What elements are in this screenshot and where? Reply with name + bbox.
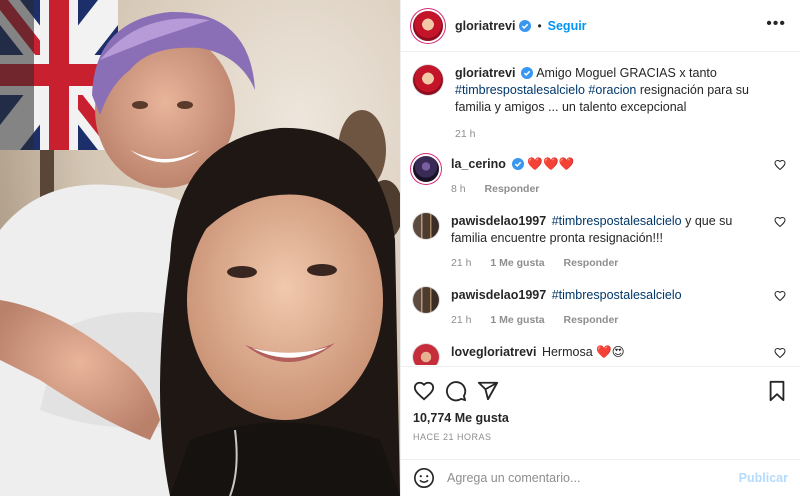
verified-icon: [521, 67, 534, 79]
caption-meta: 21 h: [455, 128, 786, 140]
comment-meta: 21 h 1 Me gusta Responder: [451, 314, 762, 326]
comment-time[interactable]: 21 h: [451, 257, 471, 269]
comment-username[interactable]: pawisdelao1997: [451, 214, 546, 228]
comment-avatar[interactable]: [413, 344, 439, 365]
reply-button[interactable]: Responder: [485, 183, 540, 195]
comment-input[interactable]: [447, 471, 739, 485]
comment-time[interactable]: 8 h: [451, 183, 466, 195]
add-comment-bar: Publicar: [401, 459, 800, 496]
separator-dot: •: [537, 18, 542, 33]
comment-item: la_cerino ❤️❤️❤️ 8 h Responder: [413, 156, 786, 195]
heart-icon[interactable]: [774, 347, 786, 359]
follow-button[interactable]: Seguir: [548, 19, 587, 33]
comment-text: lovegloriatrevi Hermosa ❤️😍: [451, 344, 762, 361]
caption-body-start: Amigo Moguel GRACIAS x tanto: [533, 66, 717, 80]
hashtag-link[interactable]: #oracion: [588, 83, 636, 97]
comment-body: Hermosa ❤️😍: [541, 345, 625, 359]
action-bar: [401, 366, 800, 416]
save-icon[interactable]: [766, 380, 788, 402]
verified-icon: [511, 158, 524, 170]
reply-button[interactable]: Responder: [564, 257, 619, 269]
comment-body: ❤️❤️❤️: [527, 157, 575, 171]
comment-avatar[interactable]: [413, 213, 439, 239]
comments-list[interactable]: gloriatrevi Amigo Moguel GRACIAS x tanto…: [401, 53, 800, 365]
instagram-post-modal: gloriatrevi • Seguir ••• gloriatrevi Ami…: [0, 0, 800, 496]
post-caption: gloriatrevi Amigo Moguel GRACIAS x tanto…: [413, 65, 786, 140]
comment-meta: 8 h Responder: [451, 183, 762, 195]
comment-icon[interactable]: [445, 380, 467, 402]
comment-likes[interactable]: 1 Me gusta: [490, 257, 544, 269]
post-sidebar: gloriatrevi • Seguir ••• gloriatrevi Ami…: [400, 0, 800, 496]
caption-username[interactable]: gloriatrevi: [455, 66, 515, 80]
author-avatar[interactable]: [413, 10, 443, 41]
comment-text: la_cerino ❤️❤️❤️: [451, 156, 762, 173]
hashtag-link[interactable]: #timbrespostalesalcielo: [552, 288, 682, 302]
heart-icon[interactable]: [774, 216, 786, 228]
comment-avatar[interactable]: [413, 156, 439, 182]
comment-likes[interactable]: 1 Me gusta: [490, 314, 544, 326]
verified-icon: [519, 19, 532, 32]
hashtag-link[interactable]: #timbrespostalesalcielo: [455, 83, 585, 97]
publish-button[interactable]: Publicar: [739, 471, 788, 485]
comment-avatar[interactable]: [413, 287, 439, 313]
hashtag-link[interactable]: #timbrespostalesalcielo: [552, 214, 682, 228]
caption-avatar[interactable]: [413, 65, 443, 95]
post-header: gloriatrevi • Seguir •••: [401, 0, 800, 52]
post-photo[interactable]: [0, 0, 400, 496]
likes-count[interactable]: 10,774 Me gusta: [413, 411, 509, 425]
heart-icon[interactable]: [774, 290, 786, 302]
post-time[interactable]: HACE 21 HORAS: [413, 432, 492, 442]
author-username[interactable]: gloriatrevi: [455, 19, 515, 33]
comment-username[interactable]: la_cerino: [451, 157, 506, 171]
heart-icon[interactable]: [413, 380, 435, 402]
comment-text: pawisdelao1997 #timbrespostalesalcielo: [451, 287, 762, 304]
comment-username[interactable]: lovegloriatrevi: [451, 345, 536, 359]
comment-text: pawisdelao1997 #timbrespostalesalcielo y…: [451, 213, 762, 247]
heart-icon[interactable]: [774, 159, 786, 171]
comment-item: lovegloriatrevi Hermosa ❤️😍: [413, 344, 786, 365]
comment-item: pawisdelao1997 #timbrespostalesalcielo 2…: [413, 287, 786, 326]
comment-meta: 21 h 1 Me gusta Responder: [451, 257, 762, 269]
emoji-icon[interactable]: [413, 467, 435, 489]
reply-button[interactable]: Responder: [564, 314, 619, 326]
caption-time[interactable]: 21 h: [455, 128, 475, 140]
share-icon[interactable]: [477, 380, 499, 402]
more-icon[interactable]: •••: [766, 16, 786, 32]
comment-username[interactable]: pawisdelao1997: [451, 288, 546, 302]
comment-item: pawisdelao1997 #timbrespostalesalcielo y…: [413, 213, 786, 269]
comment-time[interactable]: 21 h: [451, 314, 471, 326]
caption-text: gloriatrevi Amigo Moguel GRACIAS x tanto…: [455, 65, 786, 116]
